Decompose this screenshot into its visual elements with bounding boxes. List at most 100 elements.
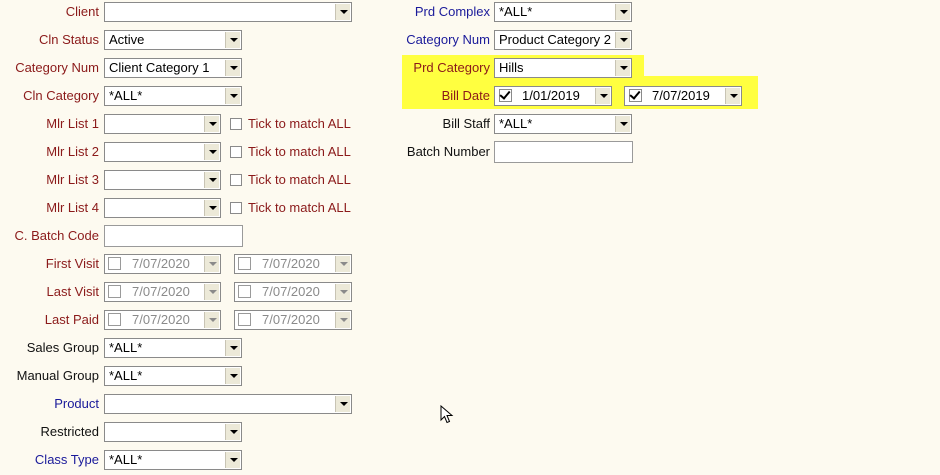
- mlr-list-2-select[interactable]: [104, 142, 221, 162]
- prd-complex-select[interactable]: *ALL*: [494, 2, 632, 22]
- chevron-down-icon[interactable]: [225, 424, 240, 440]
- mouse-pointer-icon: [440, 405, 454, 424]
- cln-status-select[interactable]: Active: [104, 30, 242, 50]
- chevron-down-icon[interactable]: [225, 340, 240, 356]
- last-paid-label: Last Paid: [44, 312, 99, 327]
- client-select[interactable]: [104, 2, 352, 22]
- check-icon: [499, 88, 511, 100]
- batch-number-label: Batch Number: [406, 144, 490, 159]
- bill-date-from-checkbox[interactable]: [499, 88, 512, 102]
- chevron-down-icon[interactable]: [615, 32, 630, 48]
- sales-group-select[interactable]: *ALL*: [104, 338, 242, 358]
- chevron-down-icon[interactable]: [204, 200, 219, 216]
- cln-category-select[interactable]: *ALL*: [104, 86, 242, 106]
- last-paid-to-value: 7/07/2020: [262, 312, 320, 327]
- bill-date-to[interactable]: 7/07/2019: [624, 86, 742, 106]
- mlr-list-1-match-all-checkbox[interactable]: [230, 118, 242, 130]
- product-category-num-value: Product Category 2: [499, 32, 612, 47]
- last-visit-from-checkbox[interactable]: [108, 285, 121, 298]
- mlr-list-1-select[interactable]: [104, 114, 221, 134]
- bill-date-label: Bill Date: [441, 88, 490, 103]
- bill-date-from-value: 1/01/2019: [522, 88, 580, 103]
- manual-group-value: *ALL*: [109, 368, 143, 383]
- bill-date-from[interactable]: 1/01/2019: [494, 86, 612, 106]
- manual-group-label: Manual Group: [16, 368, 99, 383]
- last-visit-label: Last Visit: [46, 284, 99, 299]
- class-type-select[interactable]: *ALL*: [104, 450, 242, 470]
- cln-status-value: Active: [109, 32, 145, 47]
- first-visit-to-checkbox[interactable]: [238, 257, 251, 270]
- chevron-down-icon[interactable]: [204, 256, 219, 272]
- chevron-down-icon[interactable]: [204, 312, 219, 328]
- last-paid-from-value: 7/07/2020: [132, 312, 190, 327]
- batch-number-input[interactable]: [494, 141, 633, 163]
- mlr-list-4-select[interactable]: [104, 198, 221, 218]
- mlr-list-4-match-all-checkbox[interactable]: [230, 202, 242, 214]
- chevron-down-icon[interactable]: [225, 368, 240, 384]
- first-visit-from-date[interactable]: 7/07/2020: [104, 254, 221, 274]
- mlr-list-3-tick-label: Tick to match ALL: [248, 172, 351, 187]
- bill-staff-select[interactable]: *ALL*: [494, 114, 632, 134]
- chevron-down-icon[interactable]: [335, 396, 350, 412]
- category-num-select[interactable]: Client Category 1: [104, 58, 242, 78]
- restricted-label: Restricted: [40, 424, 99, 439]
- chevron-down-icon[interactable]: [225, 60, 240, 76]
- chevron-down-icon[interactable]: [595, 88, 610, 104]
- sales-group-label: Sales Group: [26, 340, 99, 355]
- prd-category-select[interactable]: Hills: [494, 58, 632, 78]
- chevron-down-icon[interactable]: [204, 144, 219, 160]
- bill-date-to-checkbox[interactable]: [629, 88, 642, 102]
- category-num-label: Category Num: [15, 60, 99, 75]
- mlr-list-3-match-all-checkbox[interactable]: [230, 174, 242, 186]
- prd-category-label: Prd Category: [413, 60, 490, 75]
- prd-complex-value: *ALL*: [499, 4, 533, 19]
- c-batch-code-input[interactable]: [104, 225, 243, 247]
- last-visit-to-checkbox[interactable]: [238, 285, 251, 298]
- chevron-down-icon[interactable]: [335, 312, 350, 328]
- chevron-down-icon[interactable]: [725, 88, 740, 104]
- bill-date-to-value: 7/07/2019: [652, 88, 710, 103]
- chevron-down-icon[interactable]: [204, 172, 219, 188]
- last-visit-from-date[interactable]: 7/07/2020: [104, 282, 221, 302]
- chevron-down-icon[interactable]: [335, 4, 350, 20]
- chevron-down-icon[interactable]: [225, 32, 240, 48]
- last-paid-from-checkbox[interactable]: [108, 313, 121, 326]
- product-select[interactable]: [104, 394, 352, 414]
- last-visit-to-date[interactable]: 7/07/2020: [234, 282, 352, 302]
- mlr-list-3-select[interactable]: [104, 170, 221, 190]
- mlr-list-1-label: Mlr List 1: [46, 116, 99, 131]
- chevron-down-icon[interactable]: [615, 4, 630, 20]
- chevron-down-icon[interactable]: [225, 88, 240, 104]
- manual-group-select[interactable]: *ALL*: [104, 366, 242, 386]
- last-paid-to-date[interactable]: 7/07/2020: [234, 310, 352, 330]
- chevron-down-icon[interactable]: [204, 284, 219, 300]
- cln-category-label: Cln Category: [23, 88, 99, 103]
- last-paid-from-date[interactable]: 7/07/2020: [104, 310, 221, 330]
- category-num-value: Client Category 1: [109, 60, 210, 75]
- first-visit-from-value: 7/07/2020: [132, 256, 190, 271]
- class-type-value: *ALL*: [109, 452, 143, 467]
- prd-complex-label: Prd Complex: [414, 4, 490, 19]
- mlr-list-2-label: Mlr List 2: [46, 144, 99, 159]
- sales-group-value: *ALL*: [109, 340, 143, 355]
- mlr-list-3-label: Mlr List 3: [46, 172, 99, 187]
- restricted-select[interactable]: [104, 422, 242, 442]
- last-paid-to-checkbox[interactable]: [238, 313, 251, 326]
- class-type-label: Class Type: [34, 452, 99, 467]
- first-visit-to-date[interactable]: 7/07/2020: [234, 254, 352, 274]
- chevron-down-icon[interactable]: [335, 284, 350, 300]
- mlr-list-1-tick-label: Tick to match ALL: [248, 116, 351, 131]
- client-label: Client: [65, 4, 99, 19]
- chevron-down-icon[interactable]: [335, 256, 350, 272]
- chevron-down-icon[interactable]: [204, 116, 219, 132]
- cln-status-label: Cln Status: [39, 32, 99, 47]
- chevron-down-icon[interactable]: [225, 452, 240, 468]
- chevron-down-icon[interactable]: [615, 116, 630, 132]
- product-label: Product: [54, 396, 99, 411]
- prd-category-value: Hills: [499, 60, 524, 75]
- product-category-num-select[interactable]: Product Category 2: [494, 30, 632, 50]
- mlr-list-2-match-all-checkbox[interactable]: [230, 146, 242, 158]
- chevron-down-icon[interactable]: [615, 60, 630, 76]
- first-visit-label: First Visit: [45, 256, 99, 271]
- first-visit-from-checkbox[interactable]: [108, 257, 121, 270]
